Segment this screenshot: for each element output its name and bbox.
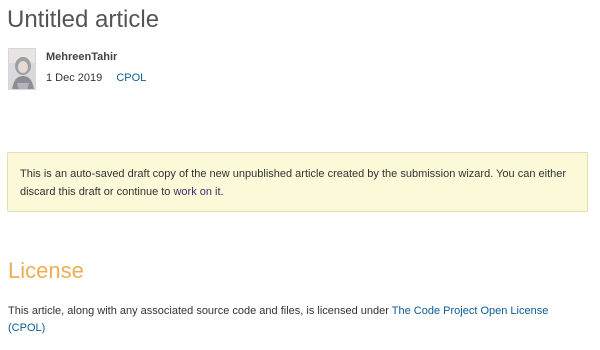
author-avatar[interactable] [8, 48, 36, 90]
page-title: Untitled article [7, 6, 160, 33]
draft-notice: This is an auto-saved draft copy of the … [7, 152, 588, 212]
publish-info: 1 Dec 2019 CPOL [46, 71, 146, 85]
author-meta: MehreenTahir 1 Dec 2019 CPOL [46, 48, 146, 85]
work-on-it-link[interactable]: work on it [173, 186, 220, 198]
license-heading: License [8, 258, 84, 283]
author-name[interactable]: MehreenTahir [46, 50, 146, 64]
author-block: MehreenTahir 1 Dec 2019 CPOL [8, 48, 146, 90]
license-text-body: This article, along with any associated … [8, 305, 392, 317]
license-short-link[interactable]: CPOL [116, 72, 146, 84]
notice-text: This is an auto-saved draft copy of the … [20, 168, 567, 198]
notice-period: . [220, 186, 224, 198]
publish-date: 1 Dec 2019 [46, 72, 103, 84]
user-avatar-icon [9, 49, 35, 89]
license-text: This article, along with any associated … [8, 303, 588, 337]
